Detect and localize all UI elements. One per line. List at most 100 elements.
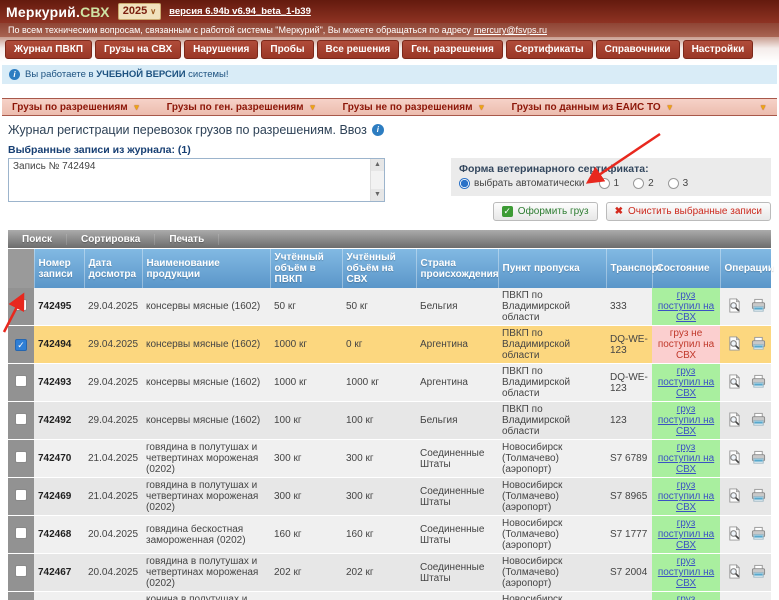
cell-record-number: 742492 <box>34 402 84 440</box>
cell-checkpoint: ПВКП по Владимирской области <box>498 402 606 440</box>
print-button[interactable] <box>748 450 769 468</box>
row-select-cell: ✓ <box>8 326 34 364</box>
row-select-cell <box>8 440 34 478</box>
view-button[interactable] <box>724 450 745 468</box>
version-link[interactable]: версия 6.94b v6.94_beta_1-b39 <box>169 6 311 17</box>
table-row[interactable]: 742467 20.04.2025 говядина в полутушах и… <box>8 554 771 592</box>
info-icon[interactable] <box>372 124 384 136</box>
print-button[interactable] <box>748 412 769 430</box>
radio-label: 2 <box>648 178 654 189</box>
print-button[interactable] <box>748 564 769 582</box>
row-checkbox[interactable]: ✓ <box>15 339 27 351</box>
status-link[interactable]: груз поступил на СВХ <box>658 442 714 475</box>
row-checkbox[interactable] <box>15 565 27 577</box>
table-row[interactable]: 742468 20.04.2025 говядина бескостная за… <box>8 516 771 554</box>
journal-table-section: ПоискСортировкаПечать Номер записиДата д… <box>8 230 771 600</box>
table-row[interactable]: 742470 21.04.2025 говядина в полутушах и… <box>8 440 771 478</box>
cell-volume-svh: 160 кг <box>342 516 416 554</box>
selected-record-item[interactable]: Запись № 742494 <box>9 159 384 174</box>
submenu-item[interactable]: Грузы по данным из ЕАИС ТО <box>511 102 673 113</box>
print-button[interactable] <box>748 488 769 506</box>
print-button[interactable] <box>748 526 769 544</box>
toolbar-item[interactable]: Сортировка <box>67 234 155 245</box>
column-header: Учтённый объём на СВХ <box>342 249 416 288</box>
status-link[interactable]: груз поступил на СВХ <box>658 404 714 437</box>
print-button[interactable] <box>748 298 769 316</box>
nav-tab[interactable]: Сертификаты <box>506 40 593 59</box>
print-button[interactable] <box>748 374 769 392</box>
cell-status: груз поступил на СВХ <box>652 440 720 478</box>
status-link[interactable]: груз поступил на СВХ <box>658 594 714 600</box>
cargo-submenu-items: Грузы по разрешениям Грузы по ген. разреш… <box>12 102 674 113</box>
document-magnifier-icon <box>727 412 742 427</box>
cert-form-radio[interactable]: 1 <box>599 178 620 189</box>
cell-inspection-date: 29.04.2025 <box>84 402 142 440</box>
dropdown-triangle-icon[interactable] <box>759 103 767 112</box>
view-button[interactable] <box>724 336 745 354</box>
radio-label: 1 <box>614 178 620 189</box>
clear-selection-button[interactable]: Очистить выбранные записи <box>606 202 771 221</box>
status-link[interactable]: груз поступил на СВХ <box>658 366 714 399</box>
scrollbar[interactable] <box>370 159 384 201</box>
toolbar-item[interactable]: Печать <box>155 234 219 245</box>
cert-form-radio[interactable]: 3 <box>668 178 689 189</box>
nav-tab[interactable]: Журнал ПВКП <box>5 40 92 59</box>
row-checkbox[interactable] <box>15 299 27 311</box>
nav-tab[interactable]: Все решения <box>317 40 400 59</box>
table-row[interactable]: 742469 21.04.2025 говядина в полутушах и… <box>8 478 771 516</box>
cell-inspection-date: 20.04.2025 <box>84 554 142 592</box>
view-button[interactable] <box>724 412 745 430</box>
view-button[interactable] <box>724 526 745 544</box>
selected-records-list[interactable]: Запись № 742494 <box>8 158 385 202</box>
cert-form-radio[interactable]: 2 <box>633 178 654 189</box>
column-header: Состояние <box>652 249 720 288</box>
document-magnifier-icon <box>727 336 742 351</box>
cell-volume-pvkp: 202 кг <box>270 554 342 592</box>
table-row[interactable]: 742492 29.04.2025 консервы мясные (1602)… <box>8 402 771 440</box>
status-link[interactable]: груз поступил на СВХ <box>658 556 714 589</box>
support-email-link[interactable]: mercury@fsvps.ru <box>474 25 547 35</box>
nav-tab[interactable]: Ген. разрешения <box>402 40 503 59</box>
view-button[interactable] <box>724 298 745 316</box>
status-link[interactable]: груз поступил на СВХ <box>658 290 714 323</box>
cell-transport: S7 1777 <box>606 516 652 554</box>
cell-volume-svh: 0 кг <box>342 326 416 364</box>
row-checkbox[interactable] <box>15 451 27 463</box>
row-checkbox[interactable] <box>15 375 27 387</box>
nav-tab[interactable]: Пробы <box>261 40 313 59</box>
table-row[interactable]: ✓ 742494 29.04.2025 консервы мясные (160… <box>8 326 771 364</box>
view-button[interactable] <box>724 374 745 392</box>
row-checkbox[interactable] <box>15 413 27 425</box>
submenu-item[interactable]: Грузы по разрешениям <box>12 102 141 113</box>
submenu-item[interactable]: Грузы не по разрешениям <box>343 102 486 113</box>
row-checkbox[interactable] <box>15 527 27 539</box>
cell-volume-pvkp: 1000 кг <box>270 364 342 402</box>
nav-tab[interactable]: Нарушения <box>184 40 258 59</box>
scroll-up-icon[interactable] <box>371 159 384 171</box>
nav-tab[interactable]: Грузы на СВХ <box>95 40 181 59</box>
row-checkbox[interactable] <box>15 489 27 501</box>
print-button[interactable] <box>748 336 769 354</box>
radio-icon <box>459 178 470 189</box>
nav-tab[interactable]: Настройки <box>683 40 754 59</box>
cell-operations <box>720 478 771 516</box>
cell-operations <box>720 554 771 592</box>
table-row[interactable]: 742495 29.04.2025 консервы мясные (1602)… <box>8 288 771 326</box>
column-header: Номер записи <box>34 249 84 288</box>
toolbar-item[interactable]: Поиск <box>8 234 67 245</box>
status-link[interactable]: груз поступил на СВХ <box>658 480 714 513</box>
scroll-down-icon[interactable] <box>371 189 384 201</box>
submenu-item[interactable]: Грузы по ген. разрешениям <box>167 102 317 113</box>
table-row[interactable]: 742493 29.04.2025 консервы мясные (1602)… <box>8 364 771 402</box>
row-select-cell <box>8 478 34 516</box>
view-button[interactable] <box>724 488 745 506</box>
view-button[interactable] <box>724 564 745 582</box>
nav-tab[interactable]: Справочники <box>596 40 680 59</box>
column-header: Наименование продукции <box>142 249 270 288</box>
year-selector[interactable]: 2025 ∨ <box>118 3 161 20</box>
document-magnifier-icon <box>727 298 742 313</box>
register-cargo-button[interactable]: Оформить груз <box>493 202 598 221</box>
cert-form-radio[interactable]: выбрать автоматически <box>459 178 585 189</box>
status-link[interactable]: груз поступил на СВХ <box>658 518 714 551</box>
table-row[interactable]: 742466 20.04.2025 конина в полутушах и ч… <box>8 592 771 600</box>
